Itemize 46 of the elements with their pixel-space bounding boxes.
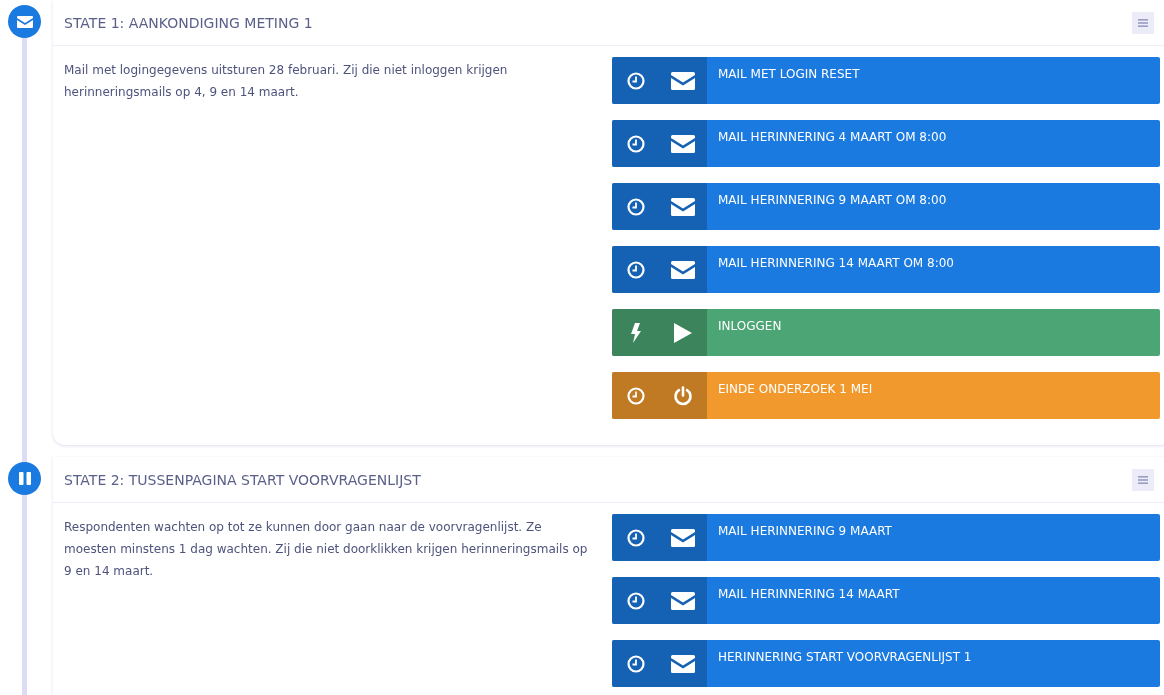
envelope-icon <box>670 654 695 673</box>
action-bar[interactable]: EINDE ONDERZOEK 1 MEI <box>612 372 1160 419</box>
clock-icon <box>626 654 645 673</box>
action-label: INLOGGEN <box>717 318 783 335</box>
envelope-icon <box>670 260 695 279</box>
play-icon <box>673 322 692 343</box>
action-label: MAIL HERINNERING 9 MAART OM 8:00 <box>717 192 948 209</box>
action-bar[interactable]: HERINNERING START VOORVRAGENLIJST 1 <box>612 640 1160 687</box>
menu-icon <box>1138 18 1148 27</box>
action-bar[interactable]: MAIL HERINNERING 14 MAART <box>612 577 1160 624</box>
clock-icon <box>626 71 645 90</box>
action-label: MAIL MET LOGIN RESET <box>717 66 861 83</box>
action-label: EINDE ONDERZOEK 1 MEI <box>717 381 874 398</box>
clock-icon <box>626 591 645 610</box>
action-label: MAIL HERINNERING 14 MAART <box>717 586 901 603</box>
clock-icon <box>626 528 645 547</box>
clock-icon <box>626 260 645 279</box>
action-bar[interactable]: MAIL HERINNERING 9 MAART <box>612 514 1160 561</box>
action-label: MAIL HERINNERING 9 MAART <box>717 523 893 540</box>
lightning-icon <box>630 322 641 343</box>
envelope-icon <box>670 591 695 610</box>
envelope-icon <box>16 15 33 28</box>
clock-icon <box>626 197 645 216</box>
menu-icon <box>1138 475 1148 484</box>
action-label: HERINNERING START VOORVRAGENLIJST 1 <box>717 649 973 666</box>
action-bar[interactable]: MAIL MET LOGIN RESET <box>612 57 1160 104</box>
state-description: Respondenten wachten op tot ze kunnen door gaan naar de voorvragenlijst. Ze moesten minstens 1 dag wachten. Zij die niet doorklikken krijgen herinneringsmails op 9 en 14 maart. <box>64 519 589 580</box>
state-description: Mail met logingegevens uitsturen 28 februari. Zij die niet inloggen krijgen herinneringsmails op 4, 9 en 14 maart. <box>64 62 509 101</box>
action-bar[interactable]: MAIL HERINNERING 14 MAART OM 8:00 <box>612 246 1160 293</box>
menu-button[interactable] <box>1132 468 1154 491</box>
pause-icon <box>18 472 31 485</box>
clock-icon <box>626 386 645 405</box>
action-label: MAIL HERINNERING 14 MAART OM 8:00 <box>717 255 955 272</box>
envelope-icon <box>670 134 695 153</box>
action-bar[interactable]: MAIL HERINNERING 9 MAART OM 8:00 <box>612 183 1160 230</box>
envelope-icon <box>670 528 695 547</box>
menu-button[interactable] <box>1132 11 1154 34</box>
action-bar[interactable]: MAIL HERINNERING 4 MAART OM 8:00 <box>612 120 1160 167</box>
state-title: STATE 2: TUSSENPAGINA START VOORVRAGENLIJST <box>64 471 421 488</box>
power-icon <box>672 385 693 406</box>
envelope-icon <box>670 71 695 90</box>
action-label: MAIL HERINNERING 4 MAART OM 8:00 <box>717 129 948 146</box>
clock-icon <box>626 134 645 153</box>
state-title: STATE 1: AANKONDIGING METING 1 <box>64 14 313 31</box>
action-bar[interactable]: INLOGGEN <box>612 309 1160 356</box>
envelope-icon <box>670 197 695 216</box>
